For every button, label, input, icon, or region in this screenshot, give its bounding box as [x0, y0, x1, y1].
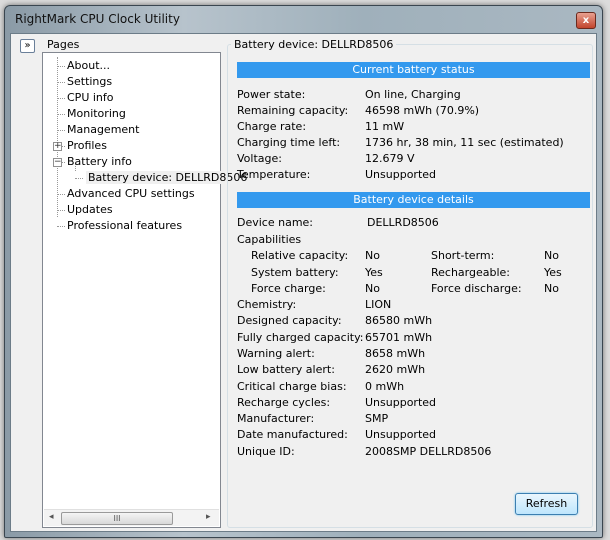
- scroll-right-arrow-icon[interactable]: ▸: [206, 512, 211, 522]
- collapse-minus-icon[interactable]: −: [53, 158, 62, 167]
- capability-value: Yes: [544, 265, 562, 279]
- detail-label: Device name:: [237, 216, 314, 229]
- detail-label: Manufacturer:: [237, 412, 315, 426]
- detail-label: Chemistry:: [237, 298, 297, 311]
- capability-label: Rechargeable:: [431, 265, 511, 279]
- detail-value: DELLRD8506: [367, 216, 439, 229]
- app-window: RightMark CPU Clock Utility x » Pages Ab…: [4, 5, 603, 538]
- tree-item[interactable]: Settings: [67, 75, 112, 88]
- status-label: Charging time left:: [237, 136, 341, 149]
- scroll-thumb[interactable]: III: [61, 512, 173, 525]
- tree-item[interactable]: Updates: [67, 203, 113, 216]
- capability-value: No: [544, 282, 559, 295]
- capability-label: Force charge:: [251, 282, 326, 295]
- detail-value: LION: [365, 298, 392, 311]
- tree-connector: [57, 98, 65, 99]
- capability-label: System battery:: [251, 265, 339, 279]
- detail-label: Warning alert:: [237, 346, 315, 360]
- tree-connector: [57, 130, 65, 131]
- capability-value: No: [544, 249, 559, 262]
- tree-item[interactable]: Battery info: [67, 155, 132, 168]
- battery-panel: Current battery status Battery device de…: [227, 34, 593, 533]
- capability-label: Short-term:: [431, 249, 495, 262]
- tree-item[interactable]: Monitoring: [67, 107, 126, 120]
- capabilities-label: Capabilities: [237, 233, 302, 246]
- tree-item[interactable]: Professional features: [67, 219, 182, 232]
- detail-value: SMP: [365, 412, 389, 426]
- detail-label: Date manufactured:: [237, 428, 348, 442]
- refresh-button[interactable]: Refresh: [515, 493, 578, 515]
- detail-value: Unsupported: [365, 395, 437, 409]
- detail-value: 86580 mWh: [365, 314, 433, 328]
- status-label: Power state:: [237, 88, 306, 101]
- detail-value: 0 mWh: [365, 379, 405, 393]
- status-value: 11 mW: [365, 120, 405, 133]
- tree-item[interactable]: Profiles: [67, 139, 107, 152]
- detail-label: Recharge cycles:: [237, 395, 331, 409]
- detail-label: Fully charged capacity:: [237, 330, 364, 344]
- window-title: RightMark CPU Clock Utility: [15, 12, 180, 26]
- tree-connector: [57, 66, 65, 67]
- tree-line: [57, 57, 58, 217]
- tree-connector: [75, 178, 83, 179]
- status-value: Unsupported: [365, 168, 437, 181]
- detail-label: Critical charge bias:: [237, 379, 347, 393]
- detail-value: Unsupported: [365, 428, 437, 442]
- status-value: On line, Charging: [365, 88, 461, 101]
- tree-item[interactable]: Advanced CPU settings: [67, 187, 195, 200]
- tree-item[interactable]: Management: [67, 123, 139, 136]
- tree-connector: [57, 226, 65, 227]
- expand-chevron-icon[interactable]: »: [20, 39, 35, 53]
- tree-connector: [57, 210, 65, 211]
- expand-plus-icon[interactable]: +: [53, 142, 62, 151]
- status-header: Current battery status: [237, 62, 590, 78]
- detail-value: 65701 mWh: [365, 330, 433, 344]
- tree-connector: [57, 194, 65, 195]
- status-value: 46598 mWh (70.9%): [365, 104, 480, 117]
- detail-label: Designed capacity:: [237, 314, 342, 328]
- status-label: Temperature:: [237, 168, 311, 181]
- capability-value: Yes: [365, 265, 383, 279]
- detail-value: 2008SMP DELLRD8506: [365, 444, 492, 458]
- capability-value: No: [365, 249, 380, 262]
- capability-label: Relative capacity:: [251, 249, 349, 262]
- client-area: » Pages About... Settings CPU info Monitori…: [10, 33, 597, 532]
- capability-label: Force discharge:: [431, 282, 522, 295]
- details-header: Battery device details: [237, 192, 590, 208]
- status-label: Voltage:: [237, 152, 282, 165]
- tree-item[interactable]: CPU info: [67, 91, 114, 104]
- status-value: 12.679 V: [365, 152, 415, 165]
- scroll-left-arrow-icon[interactable]: ◂: [49, 512, 54, 522]
- capability-value: No: [365, 282, 380, 295]
- close-button[interactable]: x: [576, 12, 596, 29]
- tree-item[interactable]: Battery device: DELLRD8506: [86, 171, 250, 184]
- pages-label: Pages: [44, 38, 83, 51]
- detail-label: Unique ID:: [237, 444, 295, 458]
- horizontal-scrollbar[interactable]: ◂ III ▸: [44, 509, 219, 526]
- detail-value: 2620 mWh: [365, 363, 426, 377]
- detail-label: Low battery alert:: [237, 363, 335, 377]
- pages-tree[interactable]: About... Settings CPU info Monitoring Manage…: [42, 52, 250, 528]
- tree-connector: [57, 82, 65, 83]
- tree-item[interactable]: About...: [67, 59, 110, 72]
- status-value: 1736 hr, 38 min, 11 sec (estimated): [365, 136, 564, 149]
- tree-connector: [57, 114, 65, 115]
- status-label: Remaining capacity:: [237, 104, 349, 117]
- status-label: Charge rate:: [237, 120, 307, 133]
- detail-value: 8658 mWh: [365, 346, 426, 360]
